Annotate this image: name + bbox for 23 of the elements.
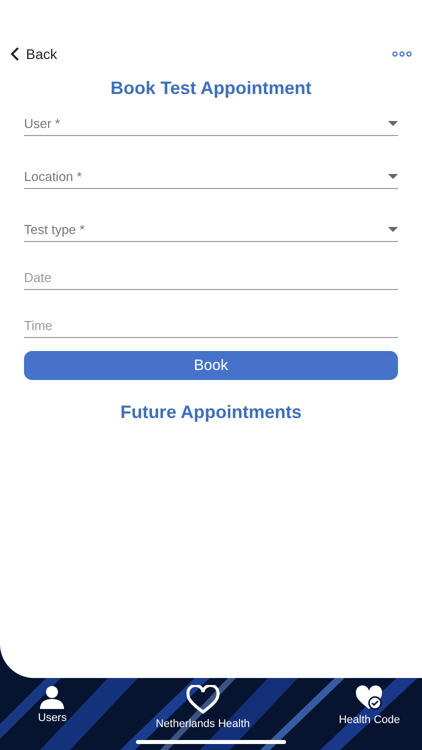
page-title: Book Test Appointment	[110, 78, 312, 99]
tab-label: Health Code	[338, 714, 400, 726]
heart-check-icon	[354, 685, 384, 711]
dropdown-caret-icon	[388, 226, 398, 232]
tab-label: Users	[38, 712, 67, 724]
dropdown-caret-icon	[388, 120, 398, 126]
person-icon	[38, 685, 66, 709]
dropdown-caret-icon	[388, 174, 398, 178]
tab-bar-item[interactable]: Health Code	[338, 685, 400, 730]
input-field[interactable]: Date	[24, 265, 398, 290]
input-field[interactable]: Time	[24, 313, 398, 338]
dropdown-field[interactable]: Location *	[24, 164, 398, 189]
tab-label: Netherlands Health	[156, 718, 250, 730]
dropdown-field[interactable]: User *	[24, 111, 398, 136]
book-button[interactable]: Book	[24, 351, 398, 380]
chevron-left-icon	[10, 47, 20, 61]
more-icon[interactable]	[392, 51, 412, 57]
tab-bar-item[interactable]: Netherlands Health	[156, 685, 250, 730]
heart-icon	[184, 685, 221, 715]
section-title: Future Appointments	[119, 402, 303, 423]
tab-bar-item[interactable]: Users	[38, 685, 67, 730]
dropdown-field[interactable]: Test type *	[24, 217, 398, 242]
back-button[interactable]: Back	[10, 46, 58, 62]
